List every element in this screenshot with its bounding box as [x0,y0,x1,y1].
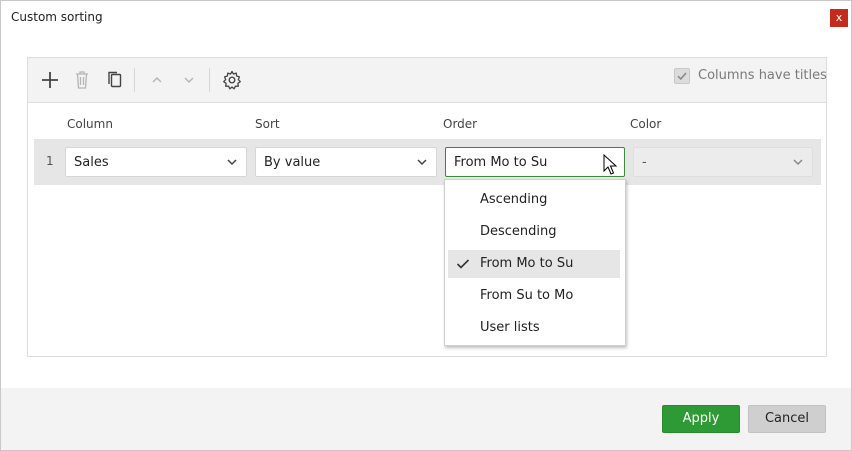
custom-sorting-dialog: Custom sorting x Columns have titles Col… [0,0,852,451]
check-icon [677,72,687,81]
sort-select-value: By value [264,155,321,170]
trash-icon [76,71,88,89]
move-down-button[interactable] [177,68,201,92]
column-header-order: Order [443,117,478,131]
chevron-down-icon [793,159,803,166]
sort-level-row[interactable]: 1 Sales By value From Mo to Su - [34,139,821,185]
chevron-down-icon [184,77,194,84]
cancel-button[interactable]: Cancel [748,405,826,433]
chevron-up-icon [152,76,162,83]
move-up-button[interactable] [145,68,169,92]
copy-level-button[interactable] [103,68,127,92]
order-option-descending[interactable]: Descending [448,218,620,246]
option-label: From Mo to Su [480,256,574,271]
apply-button[interactable]: Apply [662,405,740,433]
toolbar: Columns have titles [28,58,827,103]
option-label: Ascending [480,192,548,207]
mouse-pointer-icon [603,154,617,175]
order-select-value: From Mo to Su [454,155,548,170]
color-select-value: - [642,155,647,170]
row-number: 1 [46,154,54,168]
column-header-sort: Sort [255,117,280,131]
column-header-color: Color [630,117,662,131]
order-option-su-to-mo[interactable]: From Su to Mo [448,282,620,310]
toolbar-separator [134,68,135,92]
close-button[interactable]: x [830,9,848,27]
column-select-value: Sales [74,155,109,170]
delete-level-button[interactable] [70,68,94,92]
toolbar-separator [209,68,210,92]
chevron-down-icon [227,159,237,166]
color-select[interactable]: - [633,147,813,177]
title-bar: Custom sorting x [1,1,851,33]
options-button[interactable] [220,68,244,92]
option-label: User lists [480,320,540,335]
column-header-column: Column [67,117,113,131]
sort-select[interactable]: By value [255,147,437,177]
chevron-down-icon [417,159,427,166]
plus-icon [42,72,58,88]
copy-icon [108,71,122,88]
add-level-button[interactable] [38,68,62,92]
columns-have-titles-label: Columns have titles [698,68,827,83]
gear-icon [223,70,241,90]
option-label: Descending [480,224,557,239]
order-option-ascending[interactable]: Ascending [448,186,620,214]
option-label: From Su to Mo [480,288,574,303]
column-select[interactable]: Sales [65,147,247,177]
sort-panel: Columns have titles Column Sort Order Co… [27,57,827,357]
check-icon [456,259,470,269]
order-dropdown-list: Ascending Descending From Mo to Su From … [444,179,626,346]
dialog-title: Custom sorting [11,10,103,24]
order-option-mo-to-su[interactable]: From Mo to Su [448,250,620,278]
dialog-footer: Apply Cancel [1,388,851,450]
checkbox-box [674,68,690,84]
order-select[interactable]: From Mo to Su [445,147,625,177]
order-option-user-lists[interactable]: User lists [448,314,620,342]
